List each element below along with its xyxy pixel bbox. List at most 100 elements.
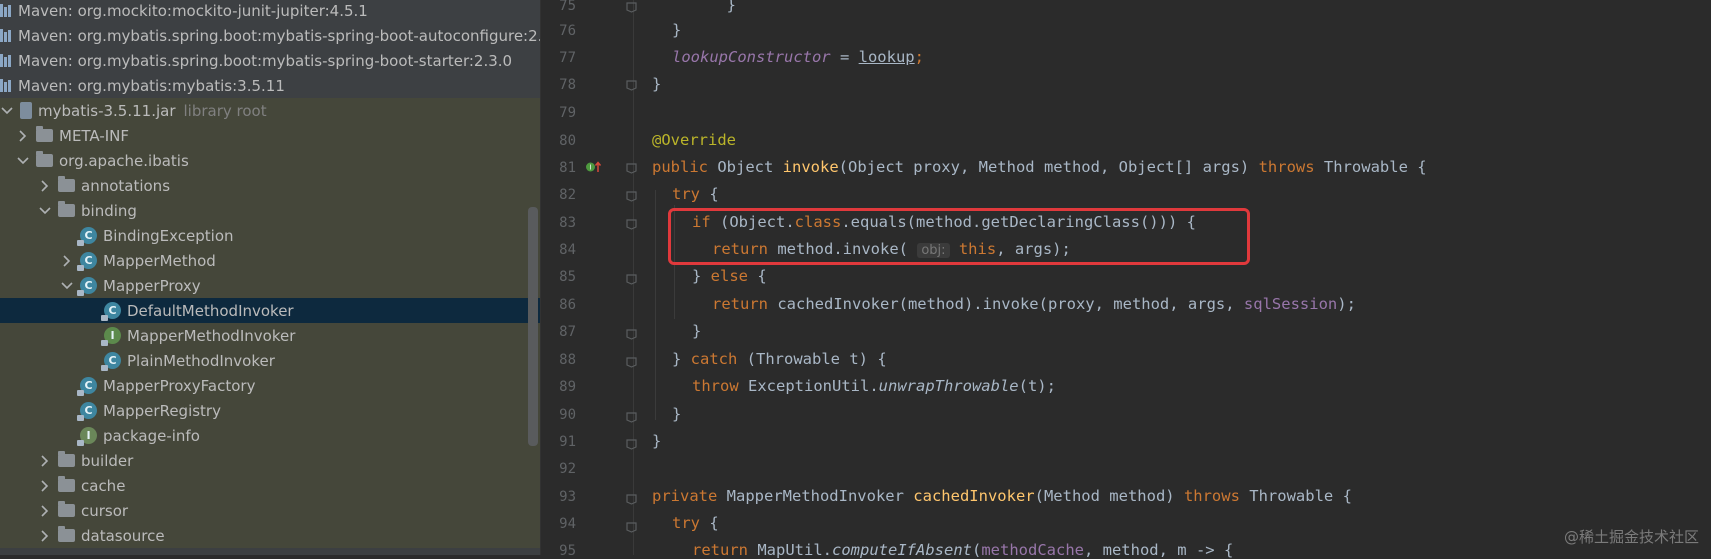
line-number: 76 <box>559 23 576 39</box>
folder-icon <box>58 526 75 542</box>
chevron-down-icon[interactable] <box>16 156 30 165</box>
chevron-down-icon[interactable] <box>38 206 52 215</box>
watermark: @稀土掘金技术社区 <box>1563 528 1699 546</box>
tree-item-binding[interactable]: binding <box>0 198 540 223</box>
code-line: return cachedInvoker(method).invoke(prox… <box>712 295 1356 313</box>
folder-icon <box>58 501 75 517</box>
tree-item-plain-method-invoker[interactable]: C PlainMethodInvoker <box>0 348 540 373</box>
tree-item-label: builder <box>81 451 134 470</box>
tree-item-maven-starter[interactable]: Maven: org.mybatis.spring.boot:mybatis-s… <box>0 48 540 73</box>
chevron-down-icon[interactable] <box>0 106 14 115</box>
tree-item-mapper-registry[interactable]: C MapperRegistry <box>0 398 540 423</box>
tree-item-builder[interactable]: builder <box>0 448 540 473</box>
line-number: 85 <box>559 269 576 285</box>
fold-icon[interactable] <box>625 327 638 340</box>
code-line: } <box>652 432 662 450</box>
line-number: 78 <box>559 77 576 93</box>
tree-item-mapper-method-invoker[interactable]: I MapperMethodInvoker <box>0 323 540 348</box>
tree-item-cache[interactable]: cache <box>0 473 540 498</box>
code-line: @Override <box>652 131 736 149</box>
tree-item-label: DefaultMethodInvoker <box>127 301 294 320</box>
tree-item-mapper-method[interactable]: C MapperMethod <box>0 248 540 273</box>
tree-item-label: META-INF <box>59 126 130 145</box>
chevron-down-icon[interactable] <box>60 281 74 290</box>
tree-item-binding-exception[interactable]: C BindingException <box>0 223 540 248</box>
line-number: 82 <box>559 187 576 203</box>
chevron-right-icon[interactable] <box>38 179 52 192</box>
tree-item-label: MapperRegistry <box>103 401 221 420</box>
code-line: } <box>652 75 662 93</box>
line-number: 94 <box>559 516 576 532</box>
tree-item-label: MapperProxyFactory <box>103 376 256 395</box>
code-line: lookupConstructor = lookup; <box>672 48 924 66</box>
chevron-right-icon[interactable] <box>60 254 74 267</box>
chevron-right-icon[interactable] <box>38 504 52 517</box>
tree-item-label: datasource <box>81 526 165 545</box>
chevron-right-icon[interactable] <box>38 454 52 467</box>
fold-icon[interactable] <box>625 492 638 505</box>
tree-item-label: MapperProxy <box>103 276 201 295</box>
fold-icon[interactable] <box>625 0 638 13</box>
override-marker-icon[interactable]: I <box>584 160 602 174</box>
chevron-right-icon[interactable] <box>16 129 30 142</box>
tree-item-datasource[interactable]: datasource <box>0 523 540 548</box>
line-number: 81 <box>559 160 576 176</box>
tree-item-package-info[interactable]: I package-info <box>0 423 540 448</box>
library-icon <box>0 79 12 92</box>
line-number: 89 <box>559 379 576 395</box>
fold-icon[interactable] <box>625 272 638 285</box>
folder-icon <box>58 201 75 217</box>
fold-icon[interactable] <box>625 520 638 533</box>
fold-icon[interactable] <box>625 437 638 450</box>
tree-item-label: Maven: org.mybatis.spring.boot:mybatis-s… <box>18 51 513 70</box>
tree-item-mapper-proxy[interactable]: C MapperProxy <box>0 273 540 298</box>
fold-icon[interactable] <box>625 355 638 368</box>
line-number: 86 <box>559 297 576 313</box>
line-number: 95 <box>559 543 576 559</box>
tree-item-org-apache-ibatis[interactable]: org.apache.ibatis <box>0 148 540 173</box>
tree-item-maven-mockito[interactable]: Maven: org.mockito:mockito-junit-jupiter… <box>0 0 540 23</box>
class-icon: C <box>101 302 121 321</box>
tree-item-cursor[interactable]: cursor <box>0 498 540 523</box>
tree-item-label: Maven: org.mybatis.spring.boot:mybatis-s… <box>18 26 540 45</box>
fold-icon[interactable] <box>625 217 638 230</box>
code-line: try { <box>672 185 719 203</box>
code-line: } <box>672 21 682 39</box>
code-line: try { <box>672 514 719 532</box>
line-number: 93 <box>559 489 576 505</box>
code-line: return MapUtil.computeIfAbsent(methodCac… <box>692 541 1234 559</box>
tree-item-annotations[interactable]: annotations <box>0 173 540 198</box>
line-number: 83 <box>559 215 576 231</box>
folder-icon <box>58 476 75 492</box>
fold-icon[interactable] <box>625 78 638 91</box>
tree-item-meta-inf[interactable]: META-INF <box>0 123 540 148</box>
code-line: } <box>652 0 736 14</box>
chevron-right-icon[interactable] <box>38 479 52 492</box>
class-icon: C <box>101 352 121 371</box>
line-number: 87 <box>559 324 576 340</box>
line-number: 79 <box>559 105 576 121</box>
tree-item-label: Maven: org.mybatis:mybatis:3.5.11 <box>18 76 285 95</box>
chevron-right-icon[interactable] <box>38 529 52 542</box>
tree-item-label: mybatis-3.5.11.jar <box>38 101 176 120</box>
code-line: throw ExceptionUtil.unwrapThrowable(t); <box>692 377 1056 395</box>
fold-icon[interactable] <box>625 410 638 423</box>
tree-item-mybatis-jar[interactable]: mybatis-3.5.11.jar library root <box>0 98 540 123</box>
line-number: 91 <box>559 434 576 450</box>
tree-item-default-method-invoker[interactable]: C DefaultMethodInvoker <box>0 298 540 323</box>
tree-item-maven-mybatis[interactable]: Maven: org.mybatis:mybatis:3.5.11 <box>0 73 540 98</box>
line-number: 88 <box>559 352 576 368</box>
line-number: 80 <box>559 133 576 149</box>
tree-item-mapper-proxy-factory[interactable]: C MapperProxyFactory <box>0 373 540 398</box>
folder-icon <box>36 126 53 142</box>
fold-icon[interactable] <box>625 189 638 202</box>
library-icon <box>0 29 12 42</box>
tree-item-label: cursor <box>81 501 129 520</box>
library-icon <box>0 4 12 17</box>
folder-icon <box>58 451 75 467</box>
tree-scrollbar-thumb[interactable] <box>528 207 538 446</box>
tree-item-label: cache <box>81 476 126 495</box>
tree-item-maven-autoconfigure[interactable]: Maven: org.mybatis.spring.boot:mybatis-s… <box>0 23 540 48</box>
line-number: 92 <box>559 461 576 477</box>
fold-icon[interactable] <box>625 161 638 174</box>
